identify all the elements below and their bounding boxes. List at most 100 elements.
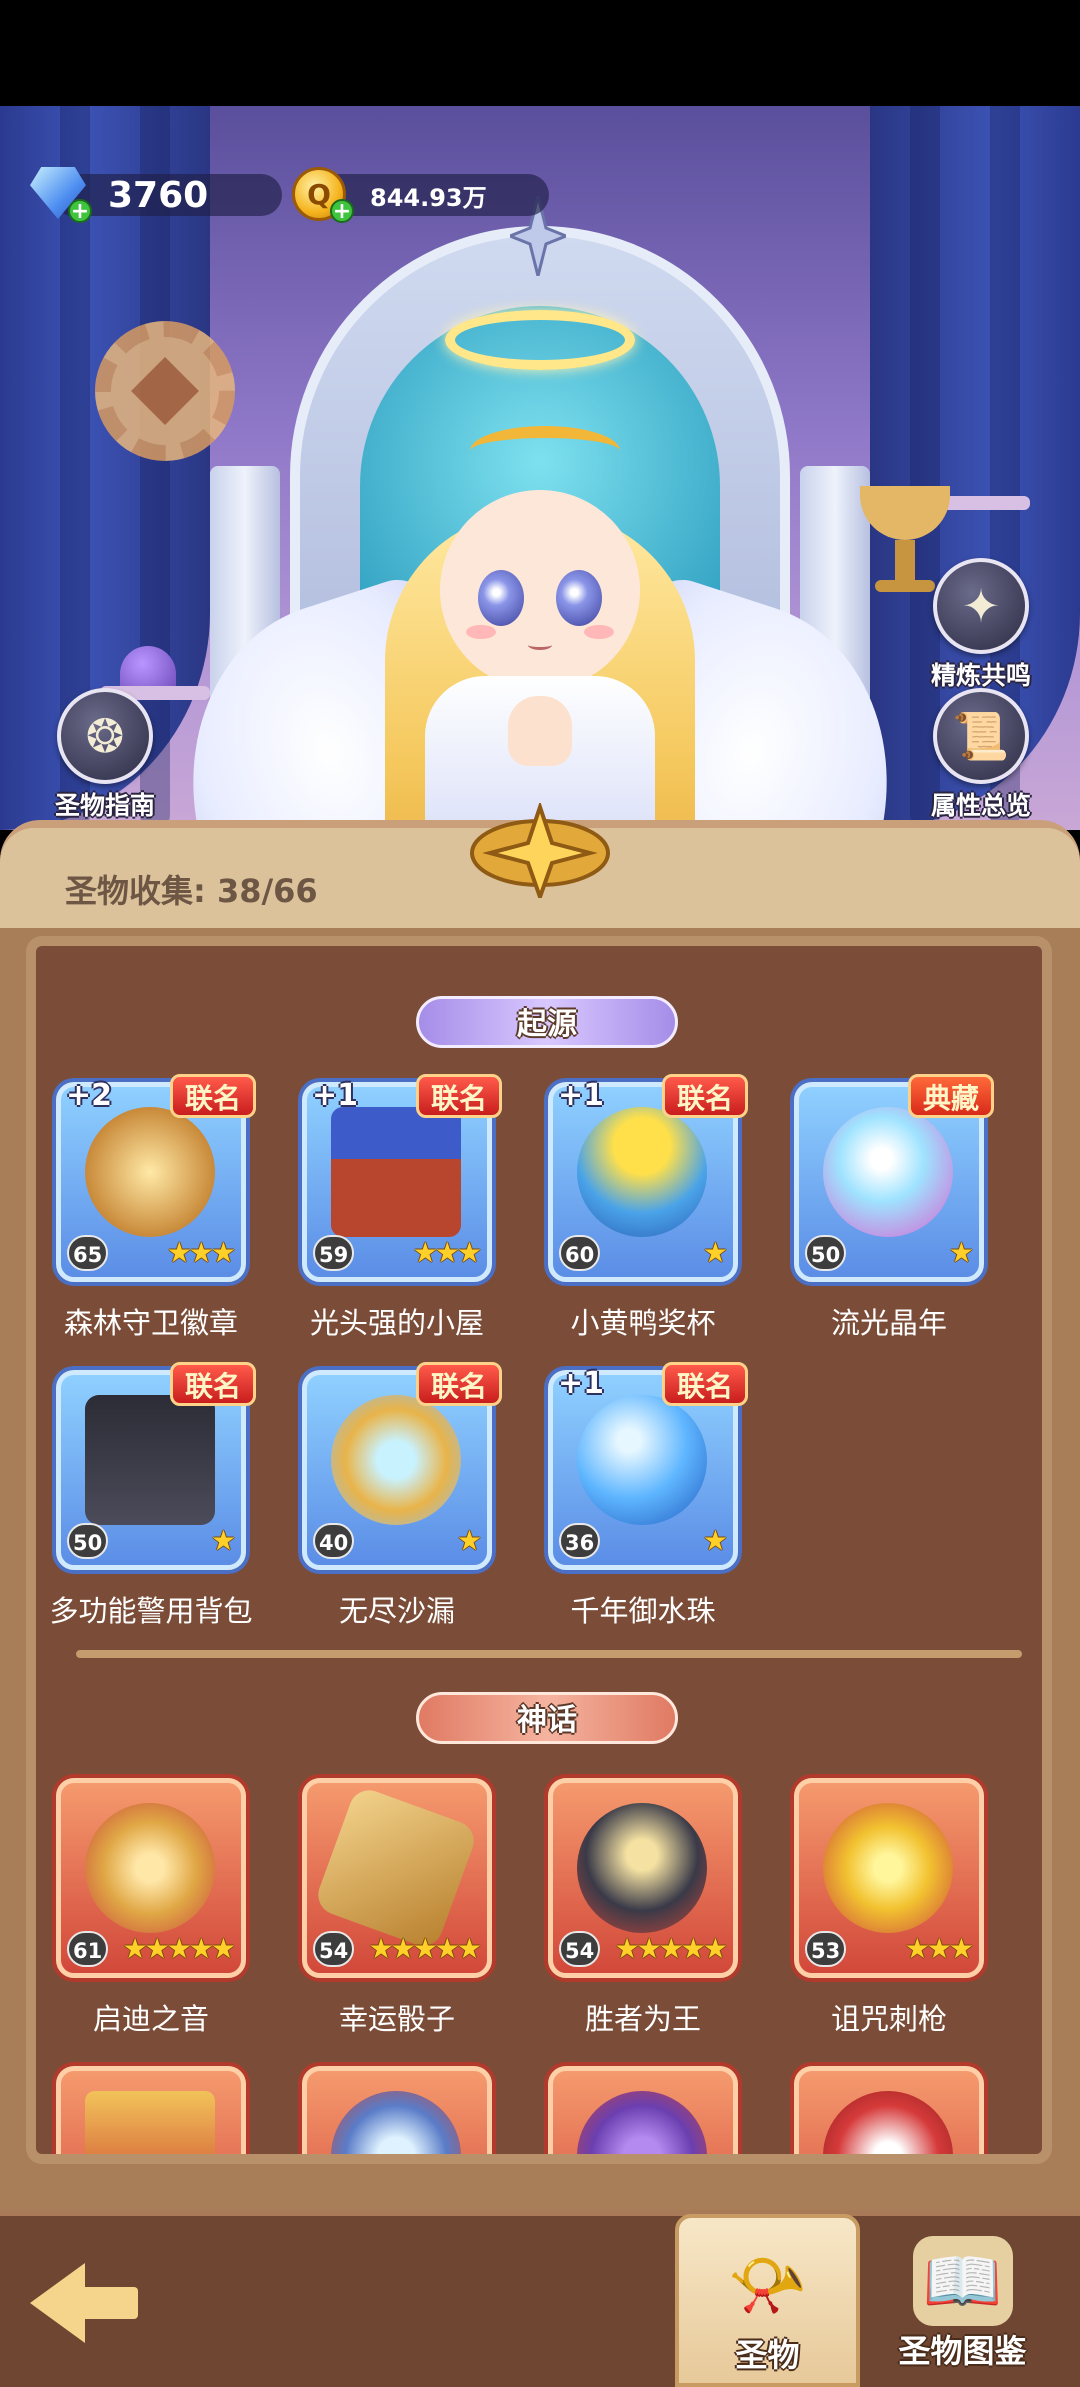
relic-guide-button[interactable]: ❂ 圣物指南 [30, 688, 180, 822]
collection-count: 圣物收集: 38/66 [65, 872, 318, 910]
collab-badge: 联名 [661, 1362, 748, 1406]
police-backpack-icon [85, 1395, 215, 1525]
relic-card-partial[interactable] [46, 2058, 256, 2154]
refine-resonance-button[interactable]: ✦ 精炼共鸣 [906, 558, 1056, 692]
collab-badge: 联名 [415, 1362, 502, 1406]
relic-card-partial[interactable] [538, 2058, 748, 2154]
relic-guide-label: 圣物指南 [54, 791, 155, 820]
relic-stars: ★ [948, 1236, 974, 1269]
relic-level: 40 [313, 1523, 355, 1559]
relic-stars: ★ [456, 1524, 482, 1557]
relic-stars: ★★★★★ [368, 1932, 482, 1965]
relic-name: 无尽沙漏 [338, 1594, 455, 1628]
relic-card[interactable]: 59 ★★★ 联名 +1 光头强的小屋 [292, 1074, 502, 1352]
laurel-crown-icon [470, 426, 620, 476]
collab-badge: 联名 [661, 1074, 748, 1118]
relic-stars: ★★★★★ [122, 1932, 236, 1965]
section-divider [76, 1650, 1022, 1658]
relic-card-partial[interactable] [292, 2058, 502, 2154]
relic-card-partial[interactable] [784, 2058, 994, 2154]
relic-card[interactable]: 50 ★ 联名 多功能警用背包 [46, 1362, 256, 1640]
attribute-overview-label: 属性总览 [930, 791, 1031, 820]
coin-counter[interactable]: Q + 844.93万 [292, 167, 549, 223]
tab-codex-label: 圣物图鉴 [898, 2332, 1027, 2370]
harp-icon [85, 1803, 215, 1933]
relic-level: 59 [313, 1235, 355, 1271]
refine-resonance-label: 精炼共鸣 [930, 661, 1031, 690]
relic-level: 50 [805, 1235, 847, 1271]
astrolabe-icon [331, 2091, 461, 2154]
relic-card[interactable]: 53 ★★★ 诅咒刺枪 [784, 1770, 994, 2048]
relic-card[interactable]: 50 ★ 典藏 流光晶年 [784, 1074, 994, 1352]
attribute-overview-button[interactable]: 📜 属性总览 [906, 688, 1056, 822]
book-icon: 📖 [912, 2236, 1013, 2326]
hourglass-icon [331, 1395, 461, 1525]
cursed-spear-icon [823, 1803, 953, 1933]
chess-king-icon [577, 1803, 707, 1933]
collab-badge: 联名 [169, 1362, 256, 1406]
water-orb-icon [577, 1395, 707, 1525]
relic-name: 诅咒刺枪 [830, 2002, 947, 2036]
relic-name: 小黄鸭奖杯 [570, 1306, 716, 1340]
relic-card[interactable]: 36 ★ 联名 +1 千年御水珠 [538, 1362, 748, 1640]
relic-grid-scroll[interactable]: 起源 65 ★★★ 联名 +2 森林守卫徽章 59 ★★★ 联名 +1 光头强的… [26, 936, 1052, 2164]
refine-plus: +2 [66, 1078, 113, 1113]
angel-hands [508, 696, 572, 766]
relic-level: 36 [559, 1523, 601, 1559]
diamond-icon: + [30, 167, 92, 223]
refine-plus: +1 [558, 1366, 605, 1401]
relic-level: 65 [67, 1235, 109, 1271]
relic-name: 森林守卫徽章 [63, 1306, 238, 1340]
relic-card[interactable]: 54 ★★★★★ 胜者为王 [538, 1770, 748, 2048]
relic-horn-icon: 📯 [727, 2248, 808, 2323]
rose-crown-icon [577, 2091, 707, 2154]
banner-icon [85, 2091, 215, 2154]
relic-name: 光头强的小屋 [309, 1306, 484, 1340]
relic-name: 多功能警用背包 [49, 1594, 253, 1628]
guide-book-icon: ❂ [57, 688, 153, 784]
relic-name: 启迪之音 [92, 2002, 209, 2036]
relic-stars: ★ [210, 1524, 236, 1557]
section-origin-title: 起源 [416, 996, 678, 1048]
section-myth-title: 神话 [416, 1692, 678, 1744]
relic-level: 54 [313, 1931, 355, 1967]
status-bar [0, 0, 1080, 106]
collection-badge: 典藏 [907, 1074, 994, 1118]
duck-trophy-icon [577, 1107, 707, 1237]
crystal-globe-icon [823, 1107, 953, 1237]
relic-level: 54 [559, 1931, 601, 1967]
lucky-dice-icon [312, 1784, 480, 1952]
winged-helmet-icon [823, 2091, 953, 2154]
relic-stars: ★ [702, 1236, 728, 1269]
back-arrow-icon [30, 2263, 85, 2343]
relic-card[interactable]: 61 ★★★★★ 启迪之音 [46, 1770, 256, 2048]
relic-card[interactable]: 40 ★ 联名 无尽沙漏 [292, 1362, 502, 1640]
relic-card[interactable]: 54 ★★★★★ 幸运骰子 [292, 1770, 502, 2048]
cabin-icon [331, 1107, 461, 1237]
relic-stars: ★★★ [904, 1932, 974, 1965]
relic-name: 幸运骰子 [338, 2002, 455, 2036]
compass-star-icon: ✦ [933, 558, 1029, 654]
relic-level: 50 [67, 1523, 109, 1559]
halo-icon [445, 310, 635, 370]
relic-name: 流光晶年 [830, 1306, 947, 1340]
relic-name: 千年御水珠 [570, 1594, 716, 1628]
coin-icon: Q + [292, 167, 354, 223]
gear-decoration-icon [95, 321, 235, 461]
relic-stars: ★★★★★ [614, 1932, 728, 1965]
relic-collection-panel: 圣物收集: 38/66 起源 65 ★★★ 联名 +2 森林守卫徽章 59 ★★… [0, 803, 1080, 2220]
relic-level: 53 [805, 1931, 847, 1967]
refine-plus: +1 [558, 1078, 605, 1113]
relic-name: 胜者为王 [584, 2002, 701, 2036]
relic-card[interactable]: 60 ★ 联名 +1 小黄鸭奖杯 [538, 1074, 748, 1352]
relic-stars: ★★★ [412, 1236, 482, 1269]
back-button[interactable] [30, 2255, 140, 2351]
diamond-counter[interactable]: + 3760 [30, 167, 282, 223]
relic-stars: ★ [702, 1524, 728, 1557]
bear-badge-icon [85, 1107, 215, 1237]
tab-relic[interactable]: 📯 圣物 [675, 2214, 860, 2387]
refine-plus: +1 [312, 1078, 359, 1113]
panel-star-ornament-icon [470, 803, 610, 898]
relic-card[interactable]: 65 ★★★ 联名 +2 森林守卫徽章 [46, 1074, 256, 1352]
tab-relic-codex[interactable]: 📖 圣物图鉴 [870, 2214, 1055, 2387]
